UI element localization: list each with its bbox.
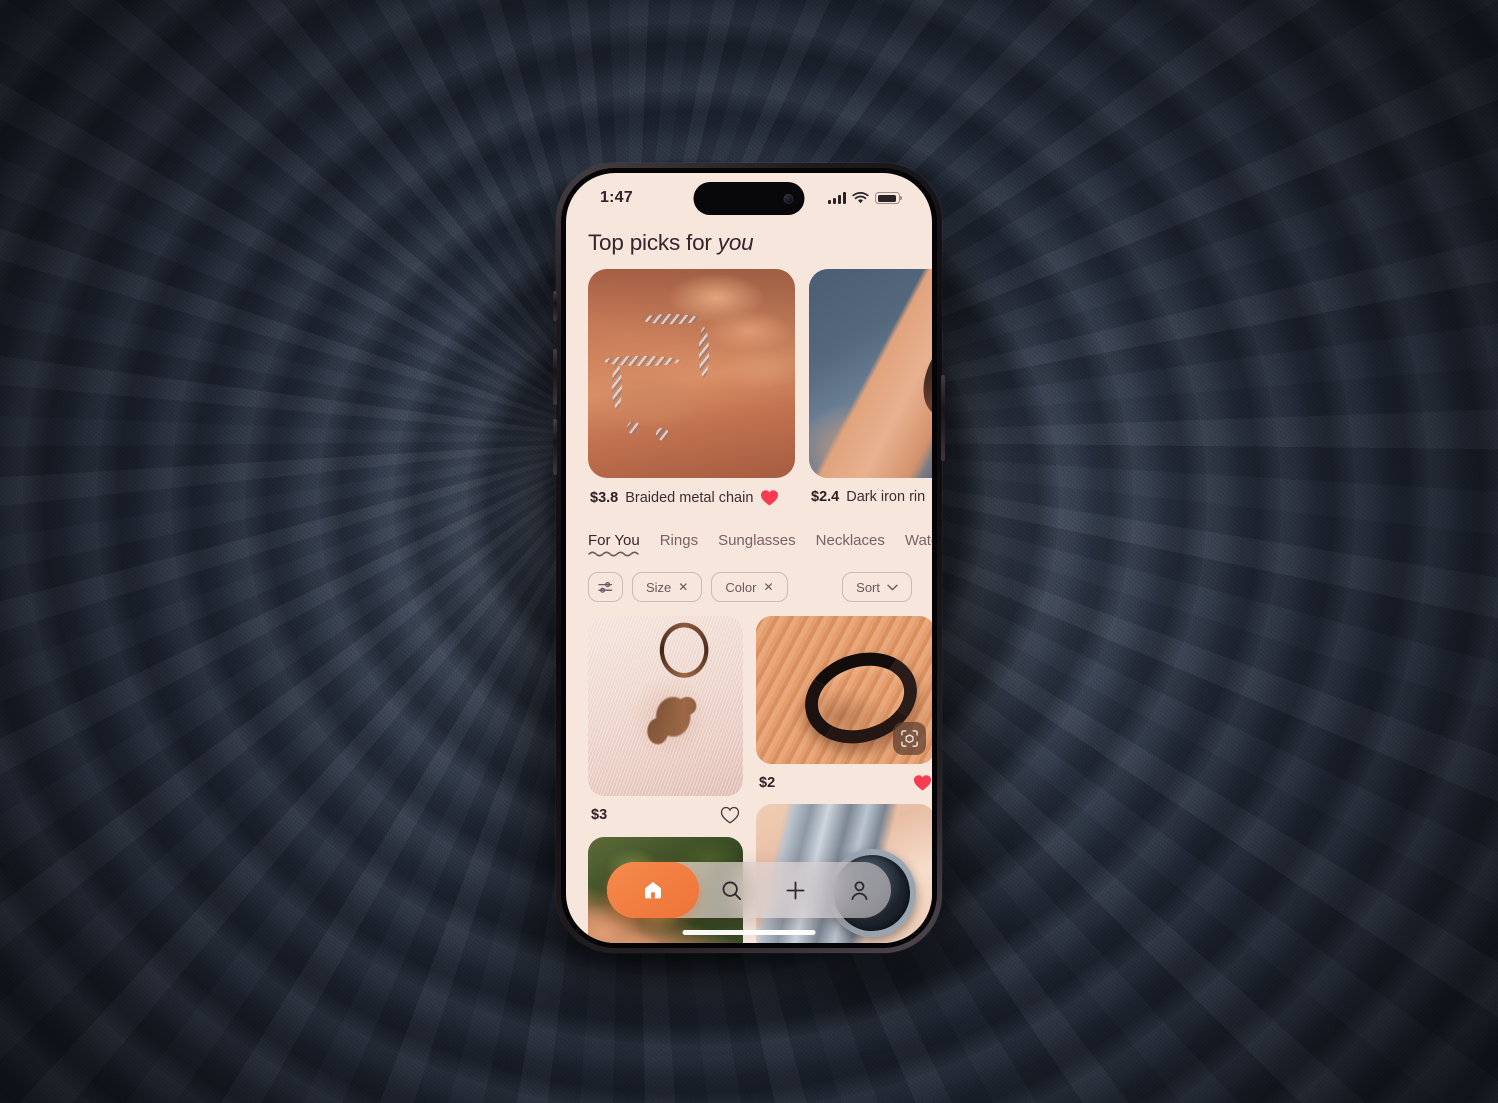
dark-iron-ring-photo xyxy=(809,269,932,478)
power-button[interactable] xyxy=(941,375,945,461)
scene: 1:47 Top picks for you $3.8 Braided meta… xyxy=(0,0,1498,1103)
product-meta: $3 xyxy=(588,796,743,833)
filter-chip-label: Size xyxy=(646,579,672,595)
product-meta: $3.8 Braided metal chain xyxy=(588,478,795,506)
product-price: $3 xyxy=(591,807,608,823)
chevron-down-icon xyxy=(887,584,898,590)
product-name: Dark iron rin xyxy=(846,489,926,505)
tab-label: Sunglasses xyxy=(718,532,796,549)
home-icon xyxy=(645,882,661,899)
product-price: $2 xyxy=(759,774,776,791)
plus-icon xyxy=(786,881,804,899)
category-tabs[interactable]: For You Rings Sunglasses Necklaces Wat xyxy=(566,506,932,558)
ar-view-icon xyxy=(901,730,918,747)
nav-item-search[interactable] xyxy=(699,862,763,918)
status-clock: 1:47 xyxy=(600,189,633,206)
battery-icon xyxy=(875,192,903,204)
product-meta: $2.4 Dark iron rin xyxy=(809,478,932,505)
tab-for-you[interactable]: For You xyxy=(588,532,640,558)
dragon-pendant-photo xyxy=(588,616,743,796)
nav-item-home[interactable] xyxy=(607,862,699,918)
favorite-heart-icon[interactable] xyxy=(720,806,740,824)
nav-item-add[interactable] xyxy=(763,862,827,918)
filter-chip-color[interactable]: Color ✕ xyxy=(711,572,788,602)
product-meta: $2 xyxy=(756,764,932,800)
top-pick-card[interactable]: $3.8 Braided metal chain xyxy=(588,269,795,506)
dynamic-island xyxy=(693,182,805,215)
tab-label: Rings xyxy=(659,532,699,549)
nav-item-profile[interactable] xyxy=(827,862,891,918)
home-indicator[interactable] xyxy=(682,930,816,935)
active-tab-squiggle-icon xyxy=(588,551,639,557)
phone-device: 1:47 Top picks for you $3.8 Braided meta… xyxy=(553,163,945,953)
tab-rings[interactable]: Rings xyxy=(660,532,698,558)
status-indicators xyxy=(828,191,903,205)
top-picks-carousel[interactable]: $3.8 Braided metal chain $2.4 Dark iron … xyxy=(566,269,932,506)
top-pick-card[interactable]: $2.4 Dark iron rin xyxy=(809,269,932,506)
product-card[interactable]: $3 xyxy=(588,616,743,833)
sort-button[interactable]: Sort xyxy=(842,572,912,602)
product-name: Braided metal chain xyxy=(625,489,754,506)
tab-label: Watch xyxy=(904,532,932,549)
cellular-signal-icon xyxy=(828,192,846,204)
filter-settings-button[interactable] xyxy=(588,572,623,602)
filter-chip-label: Color xyxy=(725,579,757,595)
status-bar: 1:47 xyxy=(566,173,932,223)
volume-down-button[interactable] xyxy=(553,419,557,475)
braided-chain-photo xyxy=(588,269,795,478)
app-content: Top picks for you $3.8 Braided metal cha… xyxy=(566,223,932,943)
product-price: $3.8 xyxy=(590,489,619,506)
tab-label: Necklaces xyxy=(815,532,885,549)
product-price: $2.4 xyxy=(811,489,840,505)
filter-bar[interactable]: Size ✕ Color ✕ Sort xyxy=(566,558,932,602)
filter-chip-size[interactable]: Size ✕ xyxy=(632,572,703,602)
silence-switch[interactable] xyxy=(553,291,557,321)
favorite-heart-icon[interactable] xyxy=(913,774,932,791)
remove-filter-icon[interactable]: ✕ xyxy=(678,581,688,593)
search-icon xyxy=(722,881,741,900)
page-title-normal: Top picks for xyxy=(588,230,718,255)
favorite-heart-icon[interactable] xyxy=(760,489,779,506)
product-image[interactable] xyxy=(756,616,932,764)
tab-sunglasses[interactable]: Sunglasses xyxy=(718,532,796,558)
page-title-italic: you xyxy=(717,230,754,255)
remove-filter-icon[interactable]: ✕ xyxy=(763,581,773,593)
product-card[interactable]: $2 xyxy=(756,616,932,800)
ar-view-button[interactable] xyxy=(893,722,926,755)
front-camera-icon xyxy=(783,193,794,204)
product-image[interactable] xyxy=(588,269,795,478)
page-title: Top picks for you xyxy=(566,223,932,269)
phone-bezel: 1:47 Top picks for you $3.8 Braided meta… xyxy=(561,168,937,948)
sort-label: Sort xyxy=(856,579,880,595)
person-icon xyxy=(850,880,868,900)
tab-necklaces[interactable]: Necklaces xyxy=(816,532,885,558)
wifi-icon xyxy=(852,191,869,203)
phone-screen: 1:47 Top picks for you $3.8 Braided meta… xyxy=(566,173,932,943)
product-image[interactable] xyxy=(588,616,743,796)
bottom-navigation-bar[interactable] xyxy=(607,862,891,918)
product-image[interactable] xyxy=(809,269,932,478)
tab-watches[interactable]: Watch xyxy=(905,532,932,558)
sliders-filter-icon xyxy=(598,581,613,593)
tab-label: For You xyxy=(588,532,640,549)
volume-up-button[interactable] xyxy=(553,349,557,405)
